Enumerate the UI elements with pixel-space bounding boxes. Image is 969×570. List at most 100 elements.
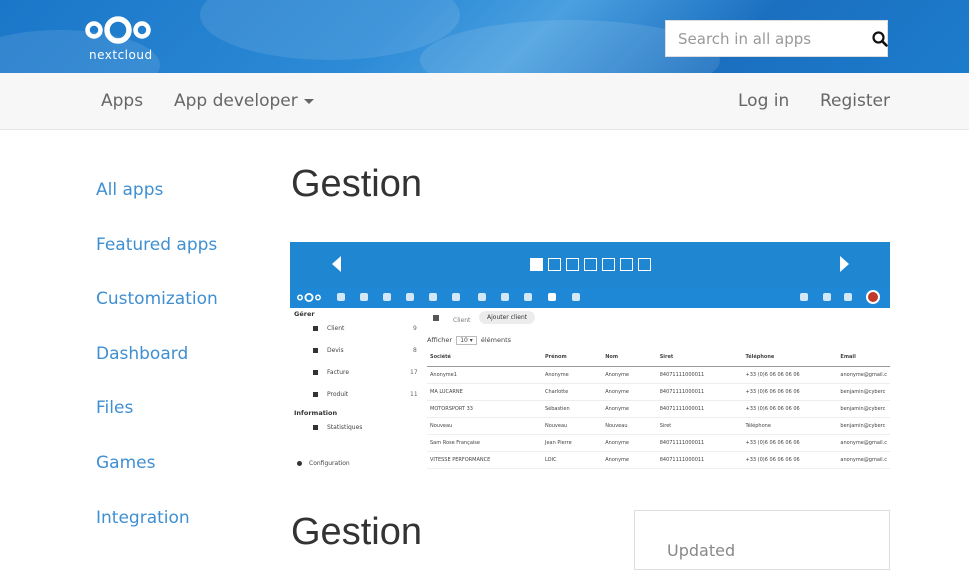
nav-app-developer-label: App developer (174, 91, 298, 111)
table-cell: Sébastien (541, 400, 603, 418)
table-cell: anonyme@gmail.c (837, 366, 890, 384)
table-cell: 84071111000011 (656, 451, 743, 469)
contacts-icon (478, 293, 486, 301)
table-cell: benjamin@cyberc (837, 383, 890, 401)
carousel-dot[interactable] (602, 258, 615, 271)
table-row: Anonyme1 Anonyme Anonyme 84071111000011 +33 … (427, 366, 890, 384)
table-cell: +33 (0)6 06 06 06 06 (742, 400, 838, 418)
screenshot-topbar (290, 287, 890, 308)
add-client-button: Ajouter client (479, 311, 536, 324)
facture-count: 17 (410, 369, 418, 376)
search-mini-icon (429, 293, 437, 301)
logo-text[interactable]: Nextcloud (89, 48, 153, 62)
table-cell: Anonyme1 (427, 366, 542, 384)
sidebar-item-all-apps[interactable]: All apps (96, 180, 163, 200)
table-row: Sam Rose Française Jean Pierre Anonyme 8407… (427, 434, 890, 452)
image-icon (383, 293, 391, 301)
search-button[interactable] (872, 21, 888, 56)
gear-icon (297, 461, 302, 466)
site-header: Nextcloud (0, 0, 969, 73)
sidebar-item-customization[interactable]: Customization (96, 289, 218, 309)
client-count: 9 (413, 325, 417, 332)
table-row: VITESSE PERFORMANCE LOIC Anonyme 8407111100… (427, 451, 890, 469)
nav-app-developer[interactable]: App developer (174, 91, 314, 111)
page-title: Gestion (291, 163, 422, 205)
carousel-dot[interactable] (566, 258, 579, 271)
app-icon (337, 293, 345, 301)
search-icon (872, 30, 888, 47)
table-cell: 84071111000011 (656, 400, 743, 418)
sidebar-item-dashboard[interactable]: Dashboard (96, 344, 188, 364)
calendar-icon (501, 293, 509, 301)
sidebar-item-featured-apps[interactable]: Featured apps (96, 235, 217, 255)
page-size-control: Afficher 10 ▾ éléments (427, 336, 511, 345)
table-cell: Charlotte (541, 383, 603, 401)
section-information: Information (294, 409, 338, 417)
sidebar-statistiques: Statistiques (327, 424, 363, 431)
nav-login[interactable]: Log in (738, 91, 789, 111)
table-cell: anonyme@gmail.c (837, 434, 890, 452)
sidebar-produit: Produit (327, 391, 349, 398)
updated-label: Updated (667, 541, 736, 560)
table-cell: 84071111000011 (656, 434, 743, 452)
table-cell: Nouveau (602, 417, 657, 435)
table-cell: Jean Pierre (541, 434, 603, 452)
carousel-dot[interactable] (584, 258, 597, 271)
screenshot-sidebar: Gérer Client 9 Devis 8 Facture 17 Produi… (290, 308, 420, 477)
table-cell: benjamin@cyberc (837, 417, 890, 435)
prev-arrow-icon[interactable] (332, 256, 341, 272)
col-email: Email (837, 348, 890, 367)
folder-icon (360, 293, 368, 301)
home-icon (433, 315, 439, 321)
nextcloud-mini-logo-icon (297, 293, 321, 302)
page-size-value: 10 (460, 337, 468, 344)
client-table: Société Prénom Nom Siret Téléphone Email… (427, 348, 890, 469)
sidebar-item-games[interactable]: Games (96, 453, 155, 473)
section-manage: Gérer (294, 310, 315, 318)
table-cell: 84071111000011 (656, 366, 743, 384)
carousel-dot[interactable] (530, 258, 543, 271)
table-cell: +33 (0)6 06 06 06 06 (742, 366, 838, 384)
table-cell: MA LUCARNE (427, 383, 542, 401)
carousel-dot[interactable] (548, 258, 561, 271)
table-row: Nouveau Nouveau Nouveau Siret Téléphone benja… (427, 417, 890, 435)
nav-register[interactable]: Register (820, 91, 890, 111)
search-input[interactable] (666, 21, 872, 56)
sidebar-client: Client (327, 325, 345, 332)
section-title: Gestion (291, 511, 422, 553)
table-cell: VITESSE PERFORMANCE (427, 451, 542, 469)
carousel-dot[interactable] (638, 258, 651, 271)
table-cell: +33 (0)6 06 06 06 06 (742, 451, 838, 469)
devis-count: 8 (413, 347, 417, 354)
table-cell: Anonyme (602, 383, 657, 401)
table-row: MA LUCARNE Charlotte Anonyme 84071111000011… (427, 383, 890, 401)
table-cell: benjamin@cyberc (837, 400, 890, 418)
details-panel: Updated (634, 510, 890, 570)
user-icon (313, 326, 318, 331)
table-cell: Anonyme (602, 400, 657, 418)
table-cell: MOTORSPORT 33 (427, 400, 542, 418)
next-arrow-icon[interactable] (840, 256, 849, 272)
table-row: MOTORSPORT 33 Sébastien Anonyme 84071111000… (427, 400, 890, 418)
table-cell: Sam Rose Française (427, 434, 542, 452)
sidebar-item-files[interactable]: Files (96, 398, 133, 418)
nav-apps[interactable]: Apps (101, 91, 143, 111)
notification-icon (823, 293, 831, 301)
sidebar-item-integration[interactable]: Integration (96, 508, 190, 528)
table-header-row: Société Prénom Nom Siret Téléphone Email (427, 348, 890, 367)
col-prenom: Prénom (541, 348, 603, 367)
table-cell: Nouveau (427, 417, 542, 435)
col-societe: Société (427, 348, 542, 367)
produit-count: 11 (410, 391, 418, 398)
top-nav: Apps App developer Log in Register (0, 73, 969, 130)
screenshot-carousel (290, 242, 890, 287)
table-cell: +33 (0)6 06 06 06 06 (742, 434, 838, 452)
search-box (665, 20, 888, 57)
notes-icon (524, 293, 532, 301)
carousel-dot[interactable] (620, 258, 633, 271)
stats-icon (313, 425, 318, 430)
table-cell: Nouveau (541, 417, 603, 435)
invoice-icon (313, 370, 318, 375)
table-cell: 84071111000011 (656, 383, 743, 401)
col-siret: Siret (656, 348, 743, 367)
